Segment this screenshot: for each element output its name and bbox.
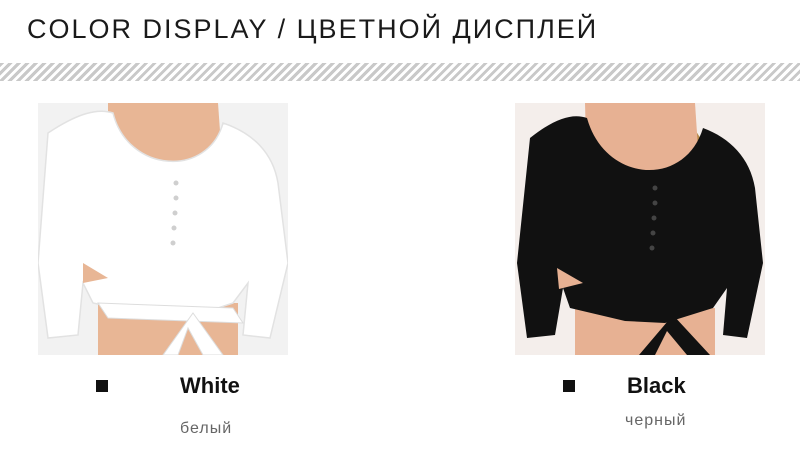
swatch-black bbox=[563, 380, 575, 392]
product-photo-black bbox=[515, 103, 765, 355]
page-title: COLOR DISPLAY / ЦВЕТНОЙ ДИСПЛЕЙ bbox=[27, 14, 599, 44]
color-name-ru-white: белый bbox=[180, 420, 233, 437]
color-name-ru-black: черный bbox=[625, 412, 687, 429]
striped-divider bbox=[0, 63, 800, 81]
color-name-white: White bbox=[180, 373, 240, 398]
color-name-black: Black bbox=[627, 373, 686, 398]
swatch-white bbox=[96, 380, 108, 392]
product-photo-white bbox=[38, 103, 288, 355]
